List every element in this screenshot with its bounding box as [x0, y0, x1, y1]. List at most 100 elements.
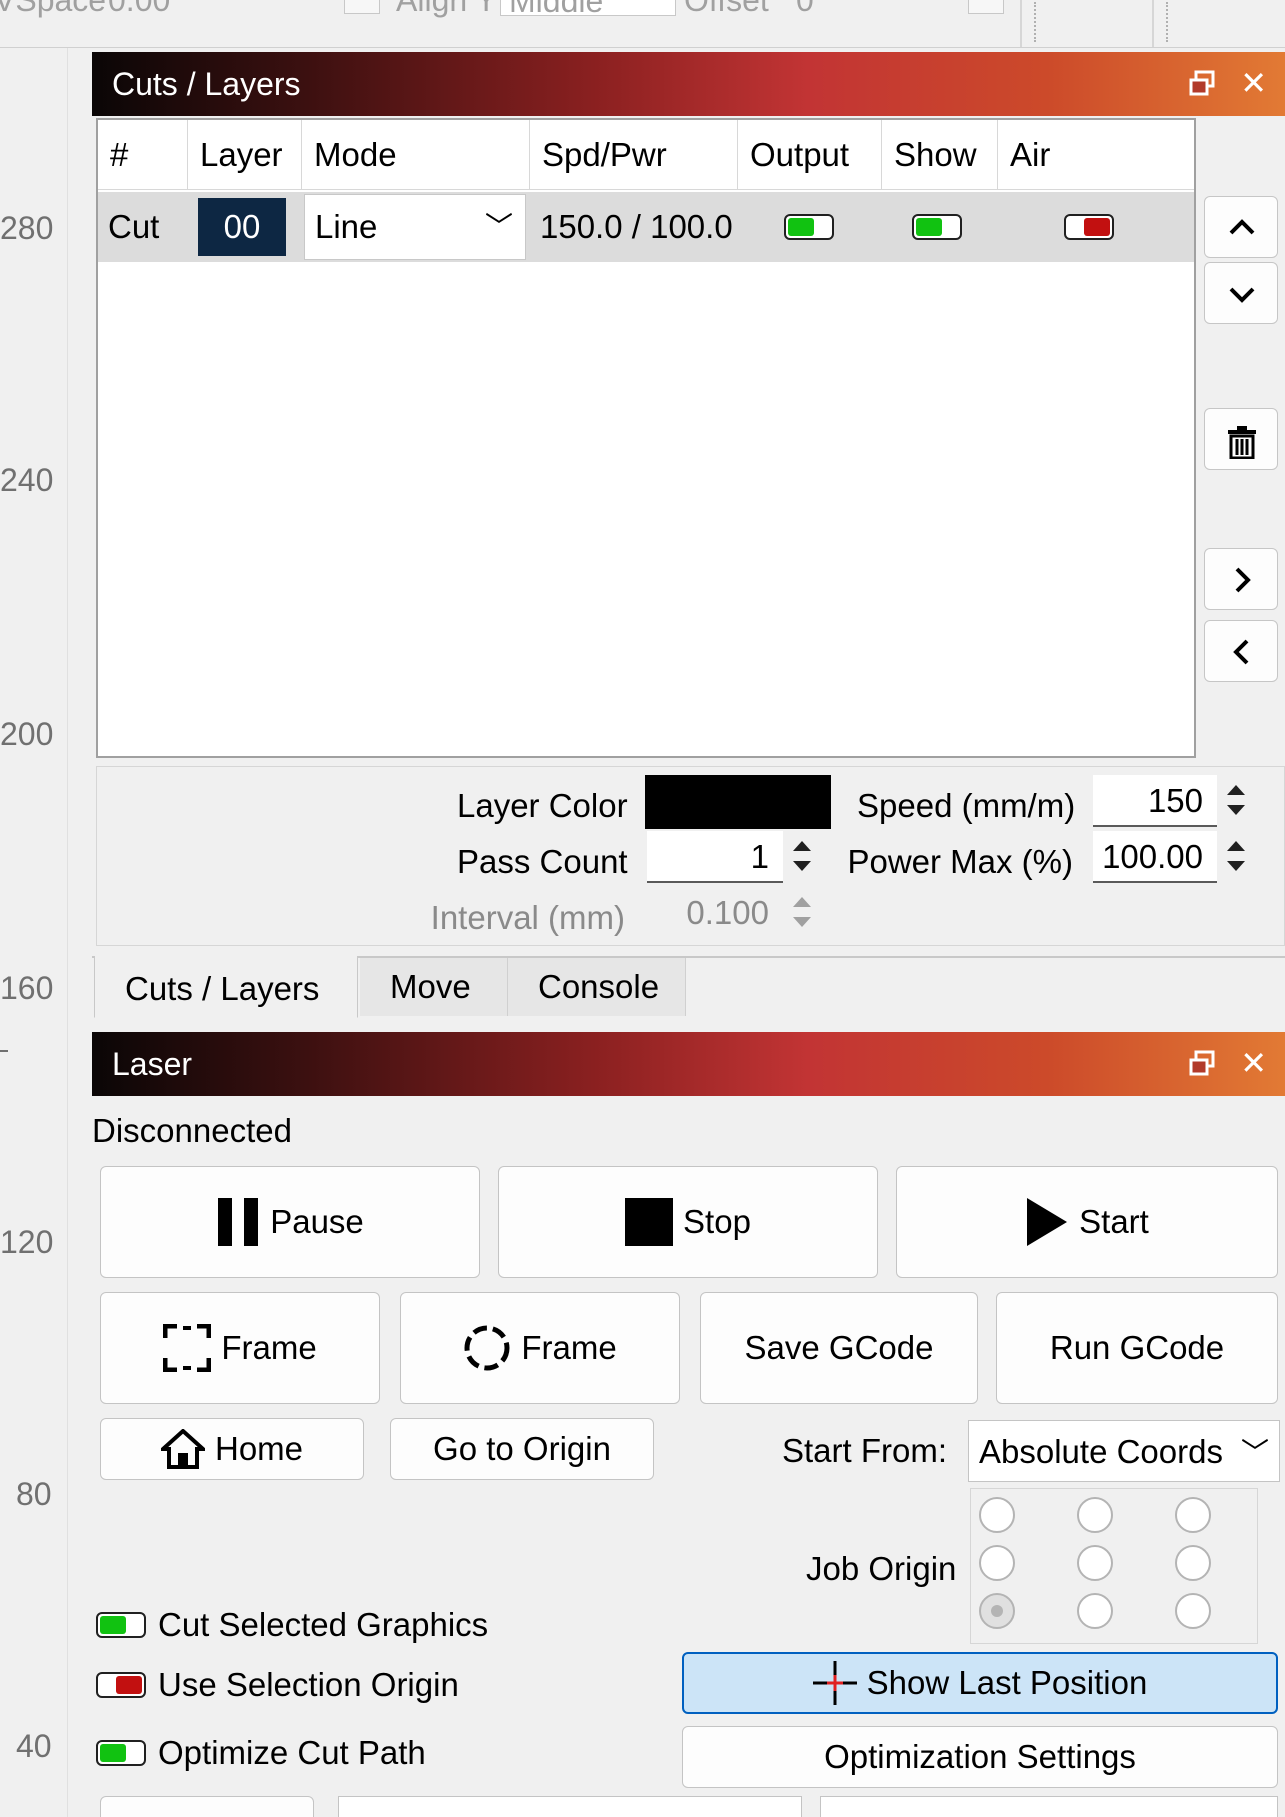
speed-input[interactable]: 150 — [1093, 775, 1217, 827]
pass-count-spinner[interactable] — [785, 831, 821, 883]
chevron-down-icon: ﹀ — [484, 211, 513, 242]
power-max-input[interactable]: 100.00 — [1093, 831, 1217, 883]
frame-circle-icon — [464, 1325, 510, 1371]
vspace-label: VSpace — [0, 0, 107, 18]
tab-console[interactable]: Console — [508, 958, 686, 1016]
origin-bottom-center-radio[interactable] — [1077, 1593, 1113, 1629]
column-header[interactable]: Output — [738, 120, 882, 190]
origin-top-center-radio[interactable] — [1077, 1497, 1113, 1533]
column-header[interactable]: Air — [998, 120, 1194, 190]
go-to-origin-button[interactable]: Go to Origin — [390, 1418, 654, 1480]
speed-power-value: 150.0 / 100.0 — [540, 208, 733, 245]
stop-icon — [625, 1198, 674, 1246]
delete-layer-button[interactable] — [1204, 408, 1278, 470]
close-icon[interactable]: ✕ — [1240, 66, 1267, 100]
start-button[interactable]: Start — [896, 1166, 1278, 1278]
home-icon — [160, 1429, 205, 1469]
origin-center-radio[interactable] — [1077, 1545, 1113, 1581]
layers-table[interactable]: # Layer Mode Spd/Pwr Output Show Air Cut… — [96, 118, 1196, 758]
layer-chip[interactable]: 00 — [198, 198, 286, 256]
origin-middle-right-radio[interactable] — [1175, 1545, 1211, 1581]
column-header[interactable]: Spd/Pwr — [530, 120, 738, 190]
align-select[interactable]: Middle — [500, 0, 676, 19]
toolbar-grip[interactable] — [1166, 2, 1168, 42]
close-icon[interactable]: ✕ — [1240, 1046, 1267, 1080]
dock-tabs: Cuts / Layers Move Console — [92, 956, 1285, 1018]
move-layer-up-button[interactable] — [1204, 196, 1278, 258]
chevron-right-icon — [1235, 567, 1251, 593]
offset-spinner[interactable] — [968, 0, 1004, 14]
cuts-layers-titlebar[interactable]: Cuts / Layers ✕ — [92, 52, 1285, 116]
optimize-cut-path-label: Optimize Cut Path — [158, 1734, 426, 1771]
save-gcode-button[interactable]: Save GCode — [700, 1292, 978, 1404]
output-toggle[interactable] — [784, 214, 834, 240]
speed-spinner[interactable] — [1219, 775, 1255, 827]
frame-rect-button[interactable]: Frame — [100, 1292, 380, 1404]
column-header[interactable]: Mode — [302, 120, 530, 190]
offset-value[interactable]: 0 — [796, 0, 814, 19]
partial-field[interactable] — [338, 1796, 802, 1817]
frame-round-button[interactable]: Frame — [400, 1292, 680, 1404]
cut-selected-toggle[interactable] — [96, 1612, 146, 1638]
laser-titlebar[interactable]: Laser ✕ — [92, 1032, 1285, 1096]
stop-button[interactable]: Stop — [498, 1166, 878, 1278]
connection-status: Disconnected — [92, 1112, 292, 1149]
show-toggle[interactable] — [912, 214, 962, 240]
expand-panel-button[interactable] — [1204, 548, 1278, 610]
toolbar-grip[interactable] — [1034, 2, 1036, 42]
float-window-icon[interactable] — [1189, 70, 1215, 96]
float-window-icon[interactable] — [1189, 1050, 1215, 1076]
move-layer-down-button[interactable] — [1204, 262, 1278, 324]
home-button[interactable]: Home — [100, 1418, 364, 1480]
column-header[interactable]: # — [98, 120, 188, 190]
chevron-down-icon — [1229, 287, 1255, 303]
trash-icon — [1228, 426, 1256, 459]
origin-top-right-radio[interactable] — [1175, 1497, 1211, 1533]
frame-rect-icon — [163, 1324, 212, 1372]
chevron-up-icon — [1229, 219, 1255, 235]
partial-field[interactable] — [820, 1796, 1278, 1817]
pause-button[interactable]: Pause — [100, 1166, 480, 1278]
chevron-down-icon: ﹀ — [1240, 1437, 1269, 1468]
show-last-position-button[interactable]: Show Last Position — [682, 1652, 1278, 1714]
pass-count-input[interactable]: 1 — [647, 831, 783, 883]
ruler-tick — [0, 1050, 8, 1052]
ruler-label: 280 — [0, 210, 54, 246]
table-row[interactable]: Cut 00 Line ﹀ 150.0 / 100.0 — [98, 192, 1194, 262]
interval-input: 0.100 — [647, 887, 783, 939]
origin-bottom-right-radio[interactable] — [1175, 1593, 1211, 1629]
layer-color-swatch[interactable] — [645, 775, 831, 829]
toolbar-separator — [1152, 0, 1154, 47]
collapse-panel-button[interactable] — [1204, 620, 1278, 682]
power-max-label: Power Max (%) — [847, 843, 1073, 880]
crosshair-icon — [812, 1661, 857, 1705]
vspace-spinner[interactable] — [344, 0, 380, 14]
column-header[interactable]: Layer — [188, 120, 302, 190]
start-from-select[interactable]: Absolute Coords ﹀ — [968, 1420, 1280, 1482]
mode-select[interactable]: Line ﹀ — [304, 194, 526, 260]
origin-middle-left-radio[interactable] — [979, 1545, 1015, 1581]
power-max-spinner[interactable] — [1219, 831, 1255, 883]
origin-bottom-left-radio[interactable] — [979, 1593, 1015, 1629]
partial-button[interactable] — [100, 1796, 314, 1817]
speed-label: Speed (mm/m) — [857, 787, 1076, 824]
ruler-label: 200 — [0, 716, 54, 752]
run-gcode-button[interactable]: Run GCode — [996, 1292, 1278, 1404]
vspace-value[interactable]: 0.00 — [108, 0, 170, 19]
top-toolbar: VSpace 0.00 Align Y Middle Offset 0 — [0, 0, 1285, 48]
ruler-label: 240 — [0, 462, 54, 498]
tab-cuts-layers[interactable]: Cuts / Layers — [94, 956, 358, 1018]
optimize-cut-path-toggle[interactable] — [96, 1740, 146, 1766]
vertical-ruler: 280 240 200 160 120 80 40 — [0, 48, 68, 1817]
optimization-settings-button[interactable]: Optimization Settings — [682, 1726, 1278, 1788]
ruler-label: 160 — [0, 970, 54, 1006]
use-selection-origin-toggle[interactable] — [96, 1672, 146, 1698]
column-header[interactable]: Show — [882, 120, 998, 190]
air-toggle[interactable] — [1064, 214, 1114, 240]
offset-label: Offset — [684, 0, 769, 18]
origin-top-left-radio[interactable] — [979, 1497, 1015, 1533]
tab-move[interactable]: Move — [360, 958, 508, 1016]
panel-title: Cuts / Layers — [112, 66, 301, 102]
pass-count-label: Pass Count — [457, 843, 628, 880]
layer-properties: Layer Color Speed (mm/m) 150 Pass Count … — [96, 766, 1285, 946]
